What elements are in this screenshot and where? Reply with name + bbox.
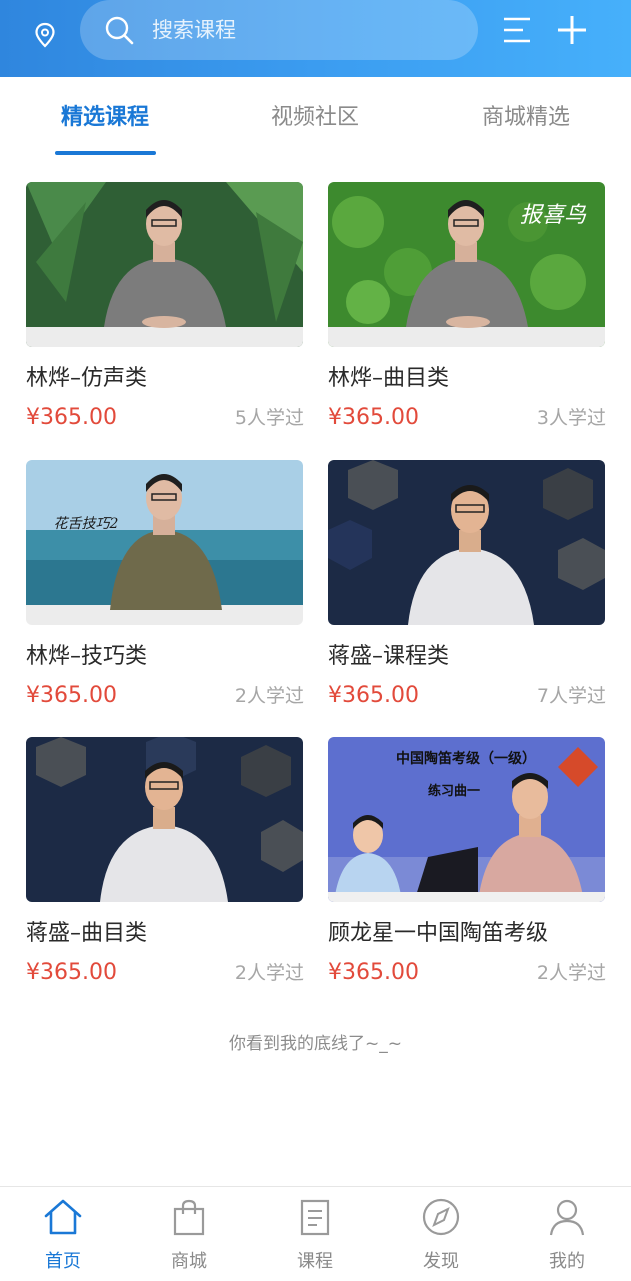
learner-count: 2人学过 — [234, 962, 304, 984]
nav-label: 商城 — [171, 1251, 207, 1272]
course-title: 顾龙星一中国陶笛考级 — [328, 921, 549, 946]
course-price: ¥365.00 — [328, 683, 419, 708]
search-input[interactable]: 搜索课程 — [80, 0, 478, 60]
search-icon — [105, 16, 134, 45]
search-placeholder: 搜索课程 — [152, 18, 236, 42]
plus-icon[interactable] — [556, 14, 588, 46]
nav-item-home[interactable]: 首页 — [0, 1187, 126, 1281]
user-icon — [549, 1199, 585, 1236]
book-icon — [300, 1199, 330, 1236]
course-thumbnail[interactable]: 报喜鸟 — [328, 182, 605, 347]
course-price: ¥365.00 — [26, 683, 117, 708]
tab-mall-picks[interactable]: 商城精选 — [441, 101, 611, 135]
location-pin-icon[interactable] — [33, 22, 57, 48]
course-price: ¥365.00 — [328, 960, 419, 985]
compass-icon — [422, 1198, 460, 1236]
nav-item-courses[interactable]: 课程 — [252, 1187, 378, 1281]
home-icon — [44, 1199, 82, 1235]
learner-count: 2人学过 — [234, 685, 304, 707]
tab-featured-courses[interactable]: 精选课程 — [20, 101, 190, 135]
thumbnail-overlay-text: 报喜鸟 — [520, 203, 587, 228]
nav-label: 我的 — [549, 1251, 585, 1272]
course-thumbnail[interactable]: 中国陶笛考级（一级） 练习曲一 — [328, 737, 605, 902]
shopping-bag-icon — [173, 1199, 205, 1236]
course-thumbnail[interactable] — [328, 460, 605, 625]
app-header: 搜索课程 — [0, 0, 631, 77]
course-title: 林烨–仿声类 — [26, 366, 148, 391]
active-tab-indicator — [55, 151, 156, 155]
course-title: 蒋盛–曲目类 — [26, 921, 148, 946]
learner-count: 3人学过 — [536, 407, 606, 429]
course-price: ¥365.00 — [26, 405, 117, 430]
category-tabs: 精选课程 视频社区 商城精选 — [0, 77, 631, 163]
nav-label: 课程 — [297, 1251, 333, 1272]
thumbnail-overlay-subtext: 练习曲一 — [428, 783, 480, 799]
thumbnail-overlay-text: 花舌技巧2 — [54, 516, 119, 532]
course-thumbnail[interactable] — [26, 737, 303, 902]
nav-label: 发现 — [423, 1251, 459, 1272]
course-title: 林烨–曲目类 — [328, 366, 450, 391]
bottom-nav: 首页 商城 课程 发现 我的 — [0, 1186, 631, 1281]
end-of-list-text: 你看到我的底线了~_~ — [229, 1034, 402, 1054]
learner-count: 2人学过 — [536, 962, 606, 984]
nav-item-me[interactable]: 我的 — [504, 1187, 630, 1281]
menu-icon[interactable] — [503, 15, 531, 45]
learner-count: 7人学过 — [536, 685, 606, 707]
learner-count: 5人学过 — [234, 407, 304, 429]
course-price: ¥365.00 — [26, 960, 117, 985]
course-thumbnail[interactable]: 花舌技巧2 — [26, 460, 303, 625]
nav-item-discover[interactable]: 发现 — [378, 1187, 504, 1281]
course-title: 林烨–技巧类 — [26, 644, 148, 669]
course-price: ¥365.00 — [328, 405, 419, 430]
thumbnail-overlay-text: 中国陶笛考级（一级） — [396, 750, 536, 767]
course-title: 蒋盛–课程类 — [328, 644, 450, 669]
tab-video-community[interactable]: 视频社区 — [230, 101, 400, 135]
nav-label: 首页 — [45, 1251, 81, 1272]
course-thumbnail[interactable] — [26, 182, 303, 347]
nav-item-mall[interactable]: 商城 — [126, 1187, 252, 1281]
